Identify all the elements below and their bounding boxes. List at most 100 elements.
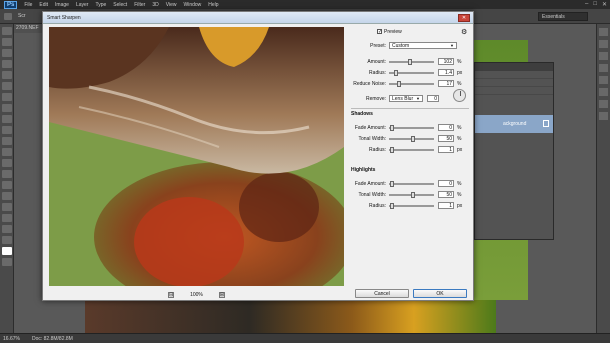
photoshop-logo: Ps: [4, 0, 18, 9]
menu-help[interactable]: Help: [208, 2, 218, 8]
close-icon[interactable]: ✕: [602, 1, 607, 8]
type-tool-icon[interactable]: [1, 192, 12, 200]
doc-size-readout[interactable]: Doc: 82.8M/82.8M: [32, 336, 73, 342]
color-panel-icon[interactable]: [599, 52, 608, 60]
reduce-noise-slider[interactable]: [389, 80, 434, 87]
slider-thumb[interactable]: [411, 135, 415, 142]
highlights-heading[interactable]: Highlights: [351, 167, 375, 173]
shadows-heading[interactable]: Shadows: [351, 111, 373, 117]
gear-icon[interactable]: ⚙: [461, 28, 467, 36]
highlights-fade-input[interactable]: 0: [438, 180, 454, 187]
highlights-tonal-input[interactable]: 50: [438, 191, 454, 198]
zoom-readout[interactable]: 16.67%: [3, 336, 20, 342]
quick-select-tool-icon[interactable]: [1, 60, 12, 68]
layer-name: ackground: [503, 121, 527, 127]
slider-thumb[interactable]: [390, 124, 394, 131]
eraser-tool-icon[interactable]: [1, 137, 12, 145]
workspace-switcher[interactable]: Essentials: [538, 12, 588, 21]
dialog-title: Smart Sharpen: [43, 12, 473, 24]
layer-background[interactable]: ackground: [475, 115, 553, 133]
shadows-fade-input[interactable]: 0: [438, 124, 454, 131]
angle-input[interactable]: 0: [427, 95, 439, 102]
highlights-fade-slider[interactable]: [389, 180, 434, 187]
shape-tool-icon[interactable]: [1, 214, 12, 222]
shadows-fade-slider[interactable]: [389, 124, 434, 131]
angle-dial-icon[interactable]: [453, 89, 466, 102]
clone-stamp-tool-icon[interactable]: [1, 115, 12, 123]
move-tool-icon[interactable]: [1, 27, 12, 35]
menu-view[interactable]: View: [166, 2, 177, 8]
slider-thumb[interactable]: [390, 146, 394, 153]
eyedropper-tool-icon[interactable]: [1, 82, 12, 90]
shadows-fade-row: Fade Amount: 0 %: [349, 123, 471, 132]
color-swatch-icon[interactable]: [1, 247, 12, 255]
shadows-radius-slider[interactable]: [389, 146, 434, 153]
menu-window[interactable]: Window: [183, 2, 201, 8]
ok-button[interactable]: OK: [413, 289, 467, 298]
minimize-icon[interactable]: –: [585, 1, 588, 8]
zoom-tool-icon[interactable]: [1, 236, 12, 244]
hand-tool-icon[interactable]: [1, 225, 12, 233]
zoom-out-button[interactable]: ⊟: [168, 291, 175, 298]
menu-layer[interactable]: Layer: [76, 2, 89, 8]
shadows-radius-input[interactable]: 1: [438, 146, 454, 153]
quick-mask-icon[interactable]: [1, 258, 12, 266]
highlights-radius-input[interactable]: 1: [438, 202, 454, 209]
slider-thumb[interactable]: [397, 80, 401, 87]
blur-tool-icon[interactable]: [1, 159, 12, 167]
dodge-tool-icon[interactable]: [1, 170, 12, 178]
preset-select[interactable]: Custom ▼: [389, 42, 457, 49]
smart-sharpen-dialog: Smart Sharpen ✕ ⊟ 100% ⊞ ✓ Preview ⚙ Pre…: [42, 11, 474, 301]
menu-3d[interactable]: 3D: [152, 2, 158, 8]
amount-slider[interactable]: [389, 58, 434, 65]
reduce-noise-input[interactable]: 17: [438, 80, 454, 87]
styles-panel-icon[interactable]: [599, 88, 608, 96]
slider-thumb[interactable]: [411, 191, 415, 198]
brush-tool-icon[interactable]: [1, 104, 12, 112]
shadows-tonal-input[interactable]: 50: [438, 135, 454, 142]
tool-preset-icon[interactable]: [4, 12, 12, 20]
remove-select[interactable]: Lens Blur ▼: [389, 95, 423, 102]
remove-label: Remove:: [365, 95, 386, 102]
maximize-icon[interactable]: □: [593, 1, 597, 8]
cancel-button[interactable]: Cancel: [355, 289, 409, 298]
preview-checkbox[interactable]: ✓: [377, 29, 382, 35]
slider-thumb[interactable]: [408, 58, 412, 65]
radius-slider[interactable]: [389, 69, 434, 76]
layers-panel: ackground: [474, 62, 554, 240]
menu-select[interactable]: Select: [113, 2, 127, 8]
properties-panel-icon[interactable]: [599, 40, 608, 48]
menu-edit[interactable]: Edit: [39, 2, 48, 8]
character-panel-icon[interactable]: [599, 112, 608, 120]
slider-thumb[interactable]: [390, 202, 394, 209]
crop-tool-icon[interactable]: [1, 71, 12, 79]
lasso-tool-icon[interactable]: [1, 49, 12, 57]
reduce-noise-unit: %: [457, 80, 462, 87]
pen-tool-icon[interactable]: [1, 181, 12, 189]
dialog-close-button[interactable]: ✕: [458, 14, 470, 22]
highlights-radius-slider[interactable]: [389, 202, 434, 209]
healing-brush-tool-icon[interactable]: [1, 93, 12, 101]
history-panel-icon[interactable]: [599, 28, 608, 36]
gradient-tool-icon[interactable]: [1, 148, 12, 156]
slider-thumb[interactable]: [390, 180, 394, 187]
paragraph-panel-icon[interactable]: [599, 100, 608, 108]
zoom-in-button[interactable]: ⊞: [218, 291, 225, 298]
preset-value: Custom: [392, 43, 410, 49]
adjustments-panel-icon[interactable]: [599, 76, 608, 84]
preview-image[interactable]: [49, 27, 344, 286]
menu-type[interactable]: Type: [95, 2, 106, 8]
chevron-down-icon: ▼: [450, 43, 454, 48]
path-select-tool-icon[interactable]: [1, 203, 12, 211]
menu-image[interactable]: Image: [55, 2, 69, 8]
marquee-tool-icon[interactable]: [1, 38, 12, 46]
menu-filter[interactable]: Filter: [134, 2, 145, 8]
swatches-panel-icon[interactable]: [599, 64, 608, 72]
shadows-tonal-slider[interactable]: [389, 135, 434, 142]
menu-file[interactable]: File: [24, 2, 32, 8]
radius-input[interactable]: 1.4: [438, 69, 454, 76]
highlights-tonal-slider[interactable]: [389, 191, 434, 198]
history-brush-tool-icon[interactable]: [1, 126, 12, 134]
amount-input[interactable]: 102: [438, 58, 454, 65]
slider-thumb[interactable]: [394, 69, 398, 76]
